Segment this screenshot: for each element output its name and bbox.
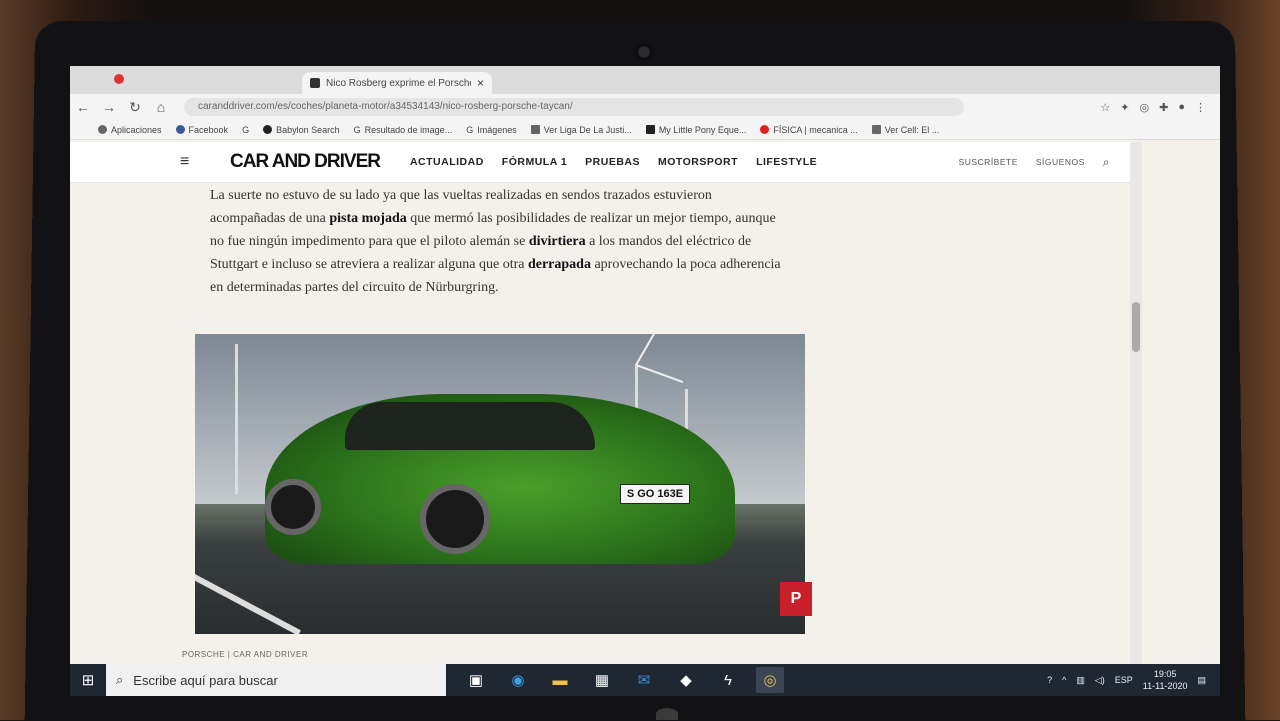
forward-icon[interactable]: → xyxy=(96,99,122,115)
puzzle-icon[interactable]: ✚ xyxy=(1159,101,1168,114)
article-paragraph: La suerte no estuvo de su lado ya que la… xyxy=(210,184,790,299)
help-icon[interactable]: ? xyxy=(1047,675,1052,685)
address-bar[interactable]: caranddriver.com/es/coches/planeta-motor… xyxy=(184,98,964,116)
hp-logo xyxy=(656,708,678,720)
bookmark-facebook[interactable]: Facebook xyxy=(175,125,228,135)
system-tray: ? ^ ▥ ◁) ESP 19:05 11-11-2020 ▤ xyxy=(1047,668,1220,692)
taskbar-search[interactable]: ⌕ Escribe aquí para buscar xyxy=(106,664,446,696)
menu-kebab-icon[interactable]: ⋮ xyxy=(1195,101,1206,114)
scrollbar-thumb[interactable] xyxy=(1132,302,1140,352)
bookmark-justice-league[interactable]: Ver Liga De La Justi... xyxy=(530,125,632,135)
extension-icon-2[interactable]: ◎ xyxy=(1140,101,1150,114)
nav-lifestyle[interactable]: LIFESTYLE xyxy=(756,156,817,168)
article-bold-3: derrapada xyxy=(527,257,591,272)
reload-icon[interactable]: ↻ xyxy=(122,99,148,116)
volume-icon[interactable]: ◁) xyxy=(1095,675,1105,686)
extension-icon[interactable]: ✦ xyxy=(1120,101,1129,114)
webcam xyxy=(636,44,652,60)
store-icon[interactable]: ▦ xyxy=(588,667,616,693)
tv-icon xyxy=(645,125,655,134)
car-wheel xyxy=(265,479,321,535)
page-scrollbar[interactable] xyxy=(1130,142,1142,682)
back-icon[interactable]: ← xyxy=(70,99,96,115)
hamburger-menu-icon[interactable]: ≡ xyxy=(180,153,198,171)
bookmark-cell[interactable]: Ver Cell: El ... xyxy=(871,125,939,135)
google-icon: G xyxy=(353,124,361,135)
mail-icon[interactable]: ✉ xyxy=(630,667,658,693)
site-header: ≡ CAR AND DRIVER ACTUALIDAD FÓRMULA 1 PR… xyxy=(70,142,1130,183)
chevron-up-icon[interactable]: ^ xyxy=(1062,675,1066,685)
subscribe-link[interactable]: SUSCRÍBETE xyxy=(959,157,1018,167)
license-plate: S GO 163E xyxy=(620,484,690,504)
taskbar-apps: ▣ ◉ ▬ ▦ ✉ ◆ ϟ ◎ xyxy=(462,667,784,693)
file-explorer-icon[interactable]: ▬ xyxy=(546,667,574,693)
tab-title: Nico Rosberg exprime el Porsche ... xyxy=(326,77,471,89)
bookmarks-bar: Aplicaciones Facebook G Babylon Search G… xyxy=(70,120,1220,140)
clock-time: 19:05 xyxy=(1153,669,1177,679)
profile-avatar[interactable]: ● xyxy=(1178,101,1185,114)
bookmark-fisica[interactable]: FÍSICA | mecanica ... xyxy=(760,125,858,135)
google-icon: G xyxy=(466,124,474,135)
bookmark-star-icon[interactable]: ☆ xyxy=(1100,101,1110,114)
bookmark-image-result[interactable]: G Resultado de image... xyxy=(354,125,453,135)
notifications-icon[interactable]: ▤ xyxy=(1197,675,1206,686)
youtube-icon xyxy=(760,125,770,134)
language-indicator[interactable]: ESP xyxy=(1115,675,1133,685)
site-logo[interactable]: CAR AND DRIVER xyxy=(230,151,381,173)
video-icon xyxy=(530,125,540,134)
bookmark-pony[interactable]: My Little Pony Eque... xyxy=(645,125,746,135)
article-bold-2: divirtiera xyxy=(528,234,586,249)
search-icon: ⌕ xyxy=(116,672,124,687)
laptop-screen: Nico Rosberg exprime el Porsche ... × ← … xyxy=(70,66,1220,696)
bookmark-google[interactable]: G xyxy=(242,125,249,135)
network-icon[interactable]: ▥ xyxy=(1076,675,1085,686)
app-icon[interactable]: ϟ xyxy=(714,667,742,693)
video-icon xyxy=(871,125,881,134)
article-bold-1: pista mojada xyxy=(329,211,407,226)
dropbox-icon[interactable]: ◆ xyxy=(672,667,700,693)
photo-caption: PORSCHE | CAR AND DRIVER xyxy=(182,650,309,659)
chrome-icon[interactable]: ◎ xyxy=(756,667,784,693)
bookmark-images[interactable]: G Imágenes xyxy=(466,125,517,135)
car-window xyxy=(345,402,595,450)
tab-bar: Nico Rosberg exprime el Porsche ... × xyxy=(70,66,1220,94)
toolbar-icons: ☆ ✦ ◎ ✚ ● ⋮ xyxy=(1100,101,1220,114)
browser-toolbar: ← → ↻ ⌂ caranddriver.com/es/coches/plane… xyxy=(70,94,1220,120)
header-right-links: SUSCRÍBETE SÍGUENOS ⌕ xyxy=(959,155,1110,170)
apps-grid-icon xyxy=(98,125,107,134)
babylon-icon xyxy=(263,125,273,134)
windows-start-icon[interactable]: ⊞ xyxy=(70,664,106,696)
facebook-icon xyxy=(175,125,185,134)
wind-turbine xyxy=(235,344,238,494)
home-icon[interactable]: ⌂ xyxy=(148,99,174,115)
clock-date: 11-11-2020 xyxy=(1142,681,1188,691)
pinterest-button[interactable]: P xyxy=(780,582,812,616)
follow-link[interactable]: SÍGUENOS xyxy=(1036,157,1085,167)
site-nav: ACTUALIDAD FÓRMULA 1 PRUEBAS MOTORSPORT … xyxy=(410,156,817,168)
windows-taskbar: ⊞ ⌕ Escribe aquí para buscar ▣ ◉ ▬ ▦ ✉ ◆… xyxy=(70,664,1220,696)
task-view-icon[interactable]: ▣ xyxy=(462,667,490,693)
nav-formula-1[interactable]: FÓRMULA 1 xyxy=(502,156,567,168)
edge-icon[interactable]: ◉ xyxy=(504,667,532,693)
car-wheel xyxy=(420,484,490,554)
article-photo: S GO 163E xyxy=(195,334,805,634)
tab-close-icon[interactable]: × xyxy=(477,76,484,90)
bookmark-apps[interactable]: Aplicaciones xyxy=(98,125,162,135)
nav-actualidad[interactable]: ACTUALIDAD xyxy=(410,156,484,168)
system-clock[interactable]: 19:05 11-11-2020 xyxy=(1143,668,1188,692)
tab-favicon-icon xyxy=(310,78,320,88)
nav-motorsport[interactable]: MOTORSPORT xyxy=(658,156,738,168)
bookmark-babylon[interactable]: Babylon Search xyxy=(263,125,340,135)
taskbar-search-placeholder: Escribe aquí para buscar xyxy=(133,672,278,688)
browser-tab[interactable]: Nico Rosberg exprime el Porsche ... × xyxy=(302,72,492,94)
search-icon[interactable]: ⌕ xyxy=(1103,155,1110,170)
window-control-dot[interactable] xyxy=(114,74,124,84)
road-marking xyxy=(195,574,301,634)
nav-pruebas[interactable]: PRUEBAS xyxy=(585,156,640,168)
